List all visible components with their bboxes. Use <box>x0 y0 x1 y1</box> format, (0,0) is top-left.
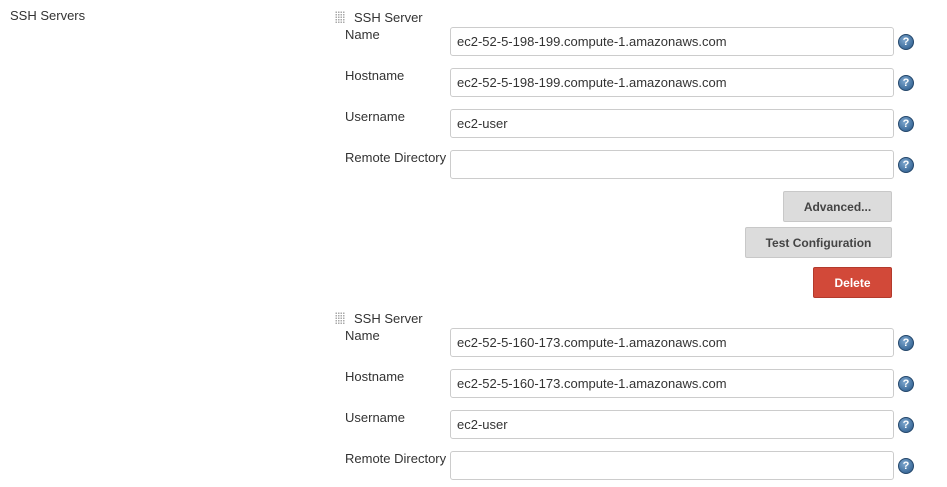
ssh-servers-label: SSH Servers <box>10 8 86 23</box>
drag-handle-icon[interactable] <box>335 11 345 23</box>
name-input[interactable] <box>450 27 894 56</box>
help-icon[interactable]: ? <box>898 335 914 351</box>
username-label: Username <box>345 109 405 124</box>
help-icon[interactable]: ? <box>898 376 914 392</box>
test-configuration-button[interactable]: Test Configuration <box>745 227 892 258</box>
delete-button[interactable]: Delete <box>813 267 892 298</box>
help-icon[interactable]: ? <box>898 75 914 91</box>
help-icon[interactable]: ? <box>898 417 914 433</box>
remote-directory-label: Remote Directory <box>345 451 447 466</box>
ssh-server-title: SSH Server <box>354 310 423 326</box>
help-icon[interactable]: ? <box>898 116 914 132</box>
remote-directory-label: Remote Directory <box>345 150 447 165</box>
drag-handle-icon[interactable] <box>335 312 345 324</box>
advanced-button[interactable]: Advanced... <box>783 191 892 222</box>
name-label: Name <box>345 27 380 42</box>
name-label: Name <box>345 328 380 343</box>
username-input[interactable] <box>450 109 894 138</box>
hostname-label: Hostname <box>345 68 405 83</box>
username-label: Username <box>345 410 405 425</box>
hostname-input[interactable] <box>450 369 894 398</box>
remote-directory-input[interactable] <box>450 451 894 480</box>
hostname-input[interactable] <box>450 68 894 97</box>
ssh-server-title: SSH Server <box>354 9 423 25</box>
username-input[interactable] <box>450 410 894 439</box>
help-icon[interactable]: ? <box>898 157 914 173</box>
help-icon[interactable]: ? <box>898 34 914 50</box>
hostname-label: Hostname <box>345 369 405 384</box>
remote-directory-input[interactable] <box>450 150 894 179</box>
ssh-server-header: SSH Server <box>335 309 423 327</box>
ssh-server-header: SSH Server <box>335 8 423 26</box>
help-icon[interactable]: ? <box>898 458 914 474</box>
name-input[interactable] <box>450 328 894 357</box>
